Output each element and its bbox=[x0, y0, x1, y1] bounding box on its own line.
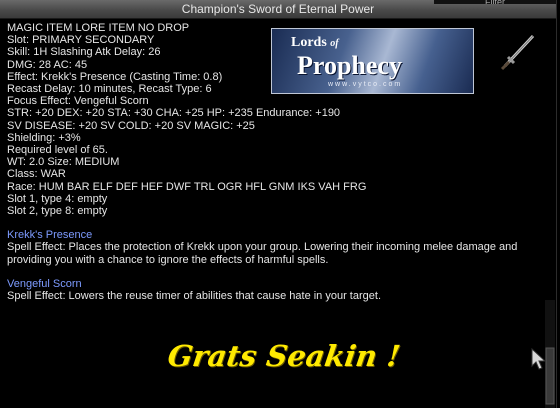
item-shielding: Shielding: +3% bbox=[7, 131, 81, 144]
item-saves: SV DISEASE: +20 SV COLD: +20 SV MAGIC: +… bbox=[7, 119, 255, 132]
logo-line1: Lords of bbox=[291, 35, 339, 51]
scrollbar[interactable] bbox=[545, 300, 555, 408]
item-race: Race: HUM BAR ELF DEF HEF DWF TRL OGR HF… bbox=[7, 180, 367, 193]
logo-line1-text: Lords bbox=[291, 35, 327, 50]
sword-icon[interactable] bbox=[497, 28, 541, 72]
logo-line2: Prophecy bbox=[297, 51, 402, 80]
background-window-fragment: Filter bbox=[434, 0, 556, 4]
item-window: Champion's Sword of Eternal Power Filter… bbox=[0, 0, 557, 408]
spell-name-vengeful-scorn: Vengeful Scorn bbox=[7, 277, 82, 290]
congrats-caption: Grats Seakin ! bbox=[165, 339, 403, 373]
spell-name-krekks-presence: Krekk's Presence bbox=[7, 229, 93, 242]
item-required-level: Required level of 65. bbox=[7, 144, 108, 157]
item-weight-size: WT: 2.0 Size: MEDIUM bbox=[7, 156, 120, 169]
logo-line1-suffix: of bbox=[330, 38, 339, 49]
spell-description-vengeful-scorn: Spell Effect: Lowers the reuse timer of … bbox=[7, 290, 381, 303]
item-class: Class: WAR bbox=[7, 168, 66, 181]
logo-url: www.vytco.com bbox=[328, 81, 403, 88]
item-augment-slot-2: Slot 2, type 8: empty bbox=[7, 205, 108, 218]
item-stats: STR: +20 DEX: +20 STA: +30 CHA: +25 HP: … bbox=[7, 107, 341, 120]
guild-logo: Lords of Prophecy www.vytco.com bbox=[271, 28, 474, 94]
item-focus-effect: Focus Effect: Vengeful Scorn bbox=[7, 95, 149, 108]
spell-description-krekks-presence: Spell Effect: Places the protection of K… bbox=[7, 241, 518, 266]
item-augment-slot-1: Slot 1, type 4: empty bbox=[7, 192, 108, 205]
